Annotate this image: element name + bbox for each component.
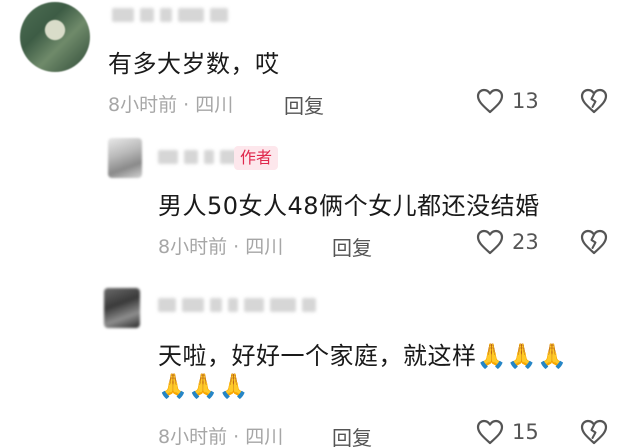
avatar[interactable] bbox=[108, 138, 142, 178]
comment-meta: 8小时前 · 四川 bbox=[108, 94, 234, 116]
like-button[interactable]: 15 bbox=[476, 419, 539, 445]
like-count: 13 bbox=[512, 89, 539, 113]
reply-button[interactable]: 回复 bbox=[284, 90, 324, 119]
broken-heart-icon bbox=[580, 88, 608, 114]
broken-heart-icon bbox=[580, 419, 608, 445]
comment-text: 男人50女人48俩个女儿都还没结婚 bbox=[158, 192, 540, 220]
like-button[interactable]: 23 bbox=[476, 229, 539, 255]
heart-outline-icon bbox=[476, 88, 504, 114]
avatar[interactable] bbox=[104, 288, 140, 328]
like-button[interactable]: 13 bbox=[476, 88, 539, 114]
username-blurred[interactable] bbox=[158, 296, 316, 314]
author-badge: 作者 bbox=[234, 146, 279, 170]
heart-outline-icon bbox=[476, 229, 504, 255]
broken-heart-icon bbox=[580, 229, 608, 255]
like-count: 15 bbox=[512, 420, 539, 444]
username-blurred[interactable] bbox=[112, 6, 228, 24]
dislike-button[interactable] bbox=[580, 88, 608, 114]
reply-button[interactable]: 回复 bbox=[332, 422, 372, 447]
comment-text-emoji: 🙏🙏🙏 bbox=[158, 372, 250, 400]
dislike-button[interactable] bbox=[580, 229, 608, 255]
comment-meta: 8小时前 · 四川 bbox=[158, 426, 284, 447]
like-count: 23 bbox=[512, 230, 539, 254]
heart-outline-icon bbox=[476, 419, 504, 445]
comment-meta: 8小时前 · 四川 bbox=[158, 236, 284, 258]
avatar[interactable] bbox=[20, 2, 90, 72]
comment-thread: 有多大岁数，哎 8小时前 · 四川 回复 13 作者 男人50女人48俩个女儿都… bbox=[0, 0, 640, 447]
comment-text: 天啦，好好一个家庭，就这样🙏🙏🙏 bbox=[158, 342, 568, 370]
reply-button[interactable]: 回复 bbox=[332, 232, 372, 261]
comment-text: 有多大岁数，哎 bbox=[108, 50, 280, 78]
dislike-button[interactable] bbox=[580, 419, 608, 445]
username-blurred[interactable] bbox=[158, 148, 242, 166]
